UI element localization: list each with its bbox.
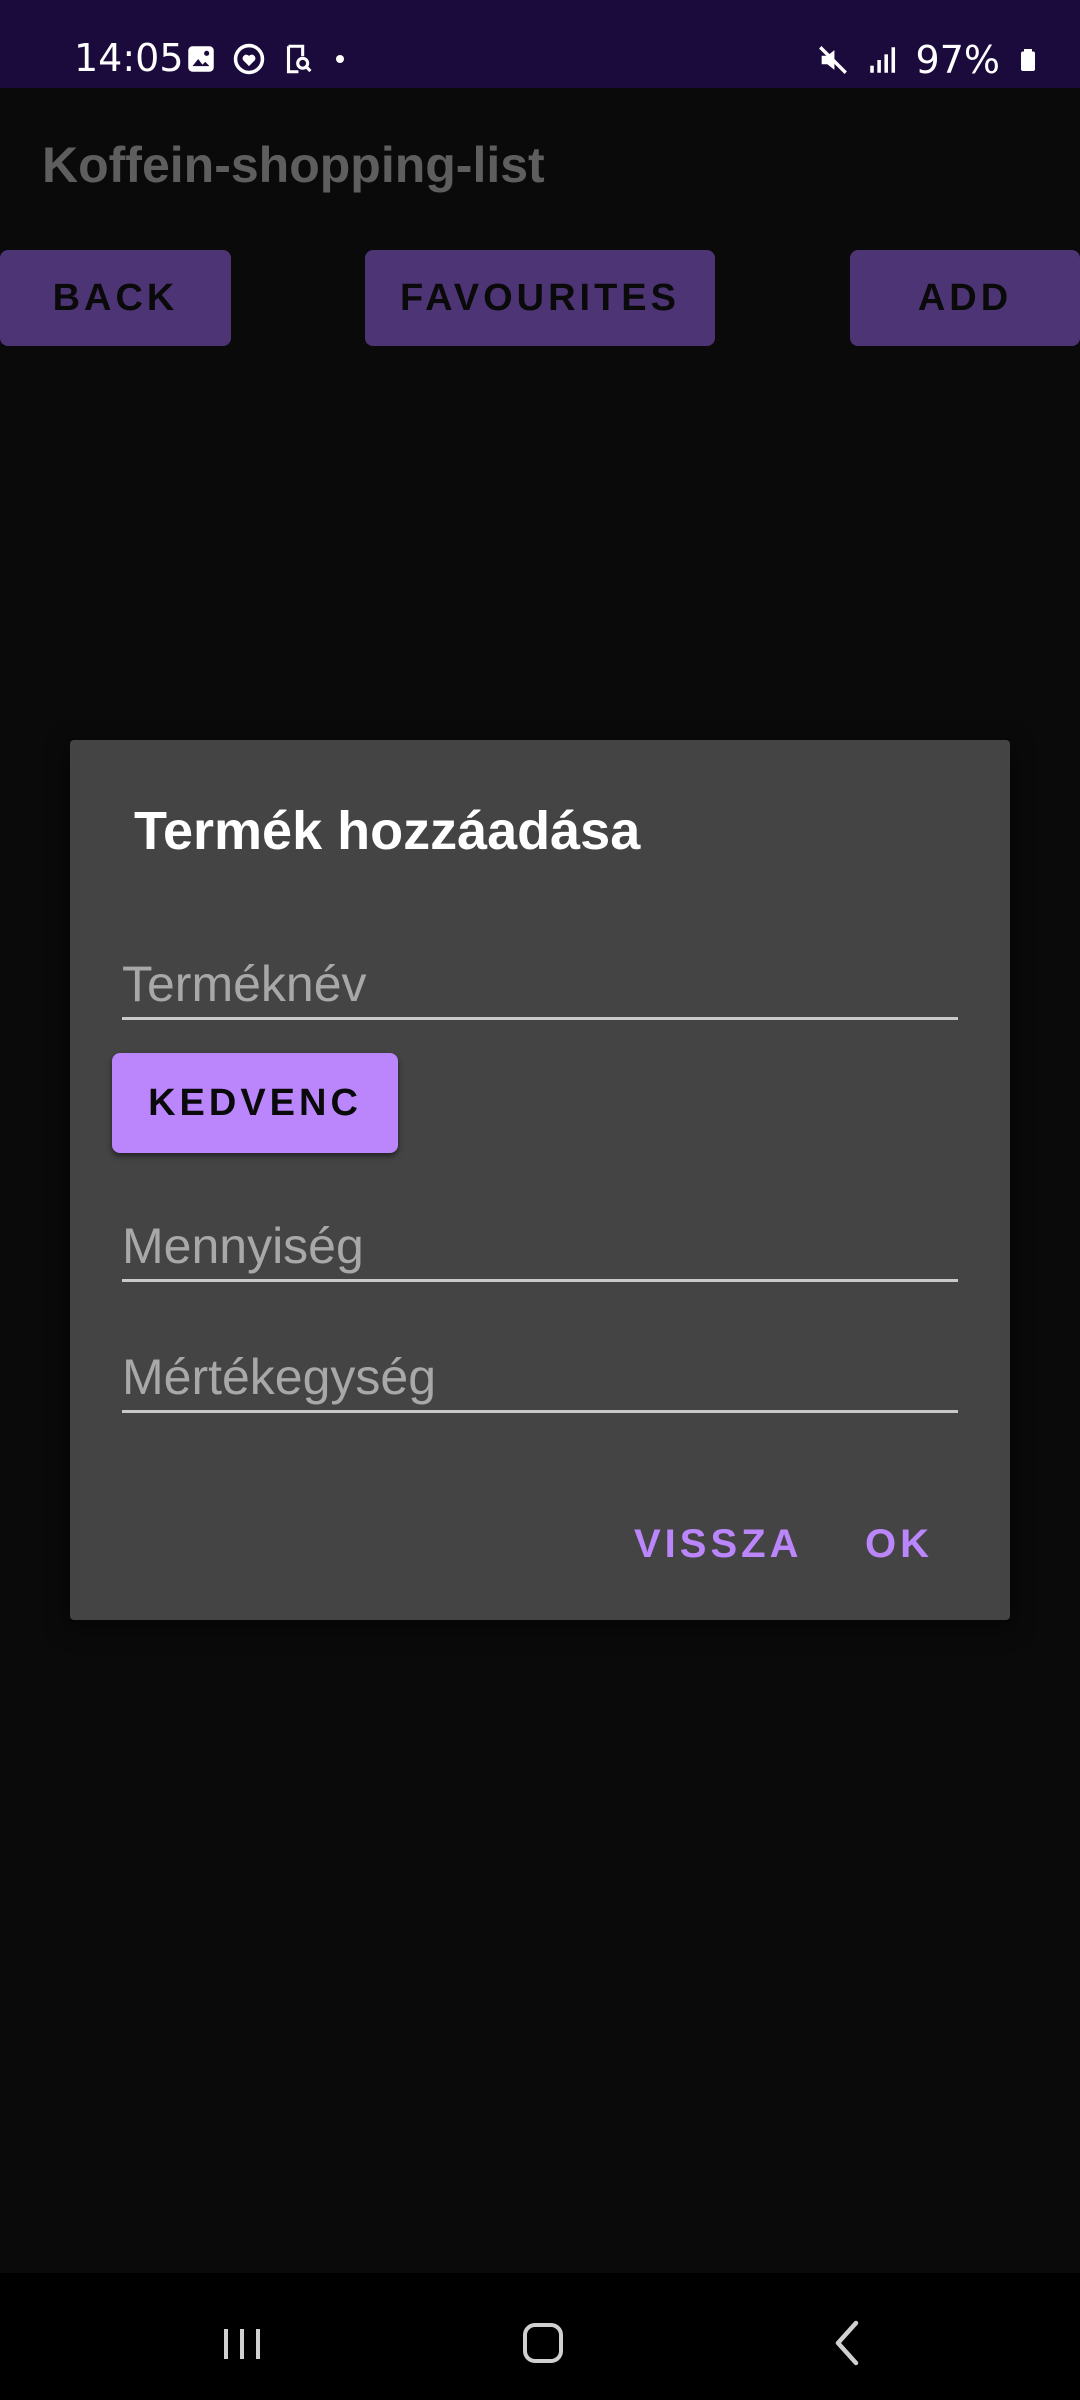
quantity-input[interactable] <box>122 1202 958 1279</box>
cancel-button[interactable]: VISSZA <box>634 1522 802 1567</box>
quantity-field[interactable] <box>122 1202 958 1282</box>
heart-circle-icon <box>233 43 265 75</box>
status-time: 14:05 <box>74 36 184 80</box>
status-bar: 14:05 97% <box>0 0 1080 88</box>
add-product-dialog: Termék hozzáadása KEDVENC VISSZA OK <box>70 740 1010 1620</box>
screen-search-icon <box>286 44 312 74</box>
mute-icon <box>818 46 847 74</box>
product-name-input[interactable] <box>122 940 958 1017</box>
status-notification-icons <box>184 42 352 76</box>
navigation-bar <box>0 2273 1080 2400</box>
home-icon[interactable] <box>513 2313 573 2373</box>
ok-button[interactable]: OK <box>865 1522 933 1567</box>
gallery-icon <box>188 46 214 72</box>
battery-percent: 97% <box>915 38 1000 82</box>
back-icon[interactable] <box>818 2313 878 2373</box>
signal-icon <box>869 47 895 73</box>
product-name-field[interactable] <box>122 940 958 1020</box>
dialog-title: Termék hozzáadása <box>134 801 641 861</box>
status-system-icons: 97% <box>816 38 1040 82</box>
unit-input[interactable] <box>122 1333 958 1410</box>
favourite-button[interactable]: KEDVENC <box>112 1053 398 1153</box>
dot-icon <box>336 55 344 63</box>
recents-icon[interactable] <box>212 2313 272 2373</box>
battery-icon <box>1021 49 1035 71</box>
unit-field[interactable] <box>122 1333 958 1413</box>
